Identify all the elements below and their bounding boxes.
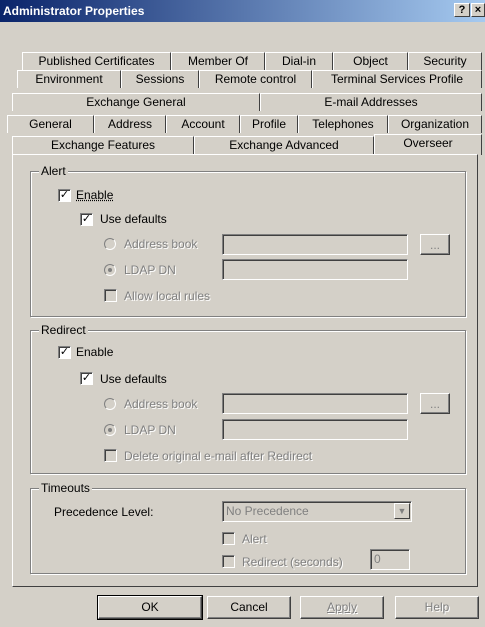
tab-dial-in[interactable]: Dial-in [265, 52, 333, 70]
redirect-address-book-label: Address book [124, 397, 198, 411]
tab-row-3: Exchange General E-mail Addresses [0, 93, 485, 111]
precedence-value: No Precedence [226, 504, 309, 518]
alert-enable-checkbox[interactable]: ✓ [58, 189, 71, 202]
timeout-redirect-label: Redirect (seconds) [242, 555, 343, 569]
help-title-button[interactable]: ? [454, 3, 470, 17]
alert-address-book-label: Address book [124, 237, 198, 251]
help-button[interactable]: Help [395, 596, 479, 619]
chevron-down-icon[interactable]: ▼ [394, 503, 410, 519]
delete-original-label: Delete original e-mail after Redirect [124, 449, 313, 463]
redirect-legend: Redirect [39, 323, 88, 337]
tab-row-5: Exchange Features Exchange Advanced Over… [0, 134, 485, 155]
redirect-ldap-dn-field[interactable] [222, 419, 408, 440]
tab-published-certificates[interactable]: Published Certificates [22, 52, 171, 70]
allow-local-rules-checkbox[interactable] [104, 289, 117, 302]
timeout-alert-label: Alert [242, 532, 267, 546]
tab-row-4: General Address Account Profile Telephon… [0, 115, 485, 133]
alert-browse-button[interactable]: ... [420, 234, 450, 255]
tab-row-2: Environment Sessions Remote control Term… [0, 70, 485, 88]
tab-row-1: Published Certificates Member Of Dial-in… [0, 52, 485, 70]
timeout-redirect-checkbox[interactable] [222, 555, 235, 568]
tab-address[interactable]: Address [94, 115, 166, 133]
tab-security[interactable]: Security [408, 52, 482, 70]
redirect-use-defaults-checkbox[interactable]: ✓ [80, 372, 93, 385]
redirect-browse-button[interactable]: ... [420, 393, 450, 414]
precedence-label: Precedence Level: [54, 505, 154, 519]
tab-overseer[interactable]: Overseer [374, 134, 482, 155]
timeouts-legend: Timeouts [39, 481, 92, 495]
precedence-dropdown[interactable]: No Precedence ▼ [222, 501, 412, 522]
redirect-address-book-field[interactable] [222, 393, 408, 414]
tab-organization[interactable]: Organization [388, 115, 482, 133]
tab-exchange-features[interactable]: Exchange Features [12, 136, 194, 154]
tab-profile[interactable]: Profile [240, 115, 298, 133]
alert-address-book-radio[interactable] [104, 238, 116, 250]
redirect-enable-label[interactable]: Enable [76, 345, 113, 359]
tab-terminal-services-profile[interactable]: Terminal Services Profile [312, 70, 482, 88]
timeout-alert-checkbox[interactable] [222, 532, 235, 545]
delete-original-checkbox[interactable] [104, 449, 117, 462]
redirect-address-book-radio[interactable] [104, 398, 116, 410]
title-bar: Administrator Properties ? × [0, 0, 485, 22]
redirect-ldap-dn-label: LDAP DN [124, 423, 176, 437]
redirect-enable-checkbox[interactable]: ✓ [58, 346, 71, 359]
redirect-seconds-field[interactable]: 0 [370, 549, 410, 570]
alert-use-defaults-checkbox[interactable]: ✓ [80, 213, 93, 226]
tab-object[interactable]: Object [333, 52, 408, 70]
close-title-button[interactable]: × [471, 3, 485, 17]
alert-enable-label[interactable]: Enable [76, 188, 113, 202]
redirect-use-defaults-label[interactable]: Use defaults [100, 372, 167, 386]
tab-remote-control[interactable]: Remote control [199, 70, 312, 88]
tab-telephones[interactable]: Telephones [298, 115, 388, 133]
tab-environment[interactable]: Environment [17, 70, 121, 88]
alert-ldap-dn-field[interactable] [222, 259, 408, 280]
tab-account[interactable]: Account [166, 115, 240, 133]
cancel-button[interactable]: Cancel [207, 596, 291, 619]
alert-ldap-dn-radio[interactable] [104, 264, 116, 276]
tab-sessions[interactable]: Sessions [121, 70, 199, 88]
window-title: Administrator Properties [3, 4, 145, 18]
tab-general[interactable]: General [7, 115, 94, 133]
tab-exchange-advanced[interactable]: Exchange Advanced [194, 136, 374, 154]
allow-local-rules-label: Allow local rules [124, 289, 211, 303]
alert-address-book-field[interactable] [222, 234, 408, 255]
redirect-ldap-dn-radio[interactable] [104, 424, 116, 436]
tab-exchange-general[interactable]: Exchange General [12, 93, 260, 111]
alert-use-defaults-label[interactable]: Use defaults [100, 212, 167, 226]
alert-ldap-dn-label: LDAP DN [124, 263, 176, 277]
tab-member-of[interactable]: Member Of [171, 52, 265, 70]
apply-button[interactable]: Apply [300, 596, 384, 619]
alert-legend: Alert [39, 164, 68, 178]
tab-email-addresses[interactable]: E-mail Addresses [260, 93, 482, 111]
ok-button[interactable]: OK [97, 595, 203, 620]
